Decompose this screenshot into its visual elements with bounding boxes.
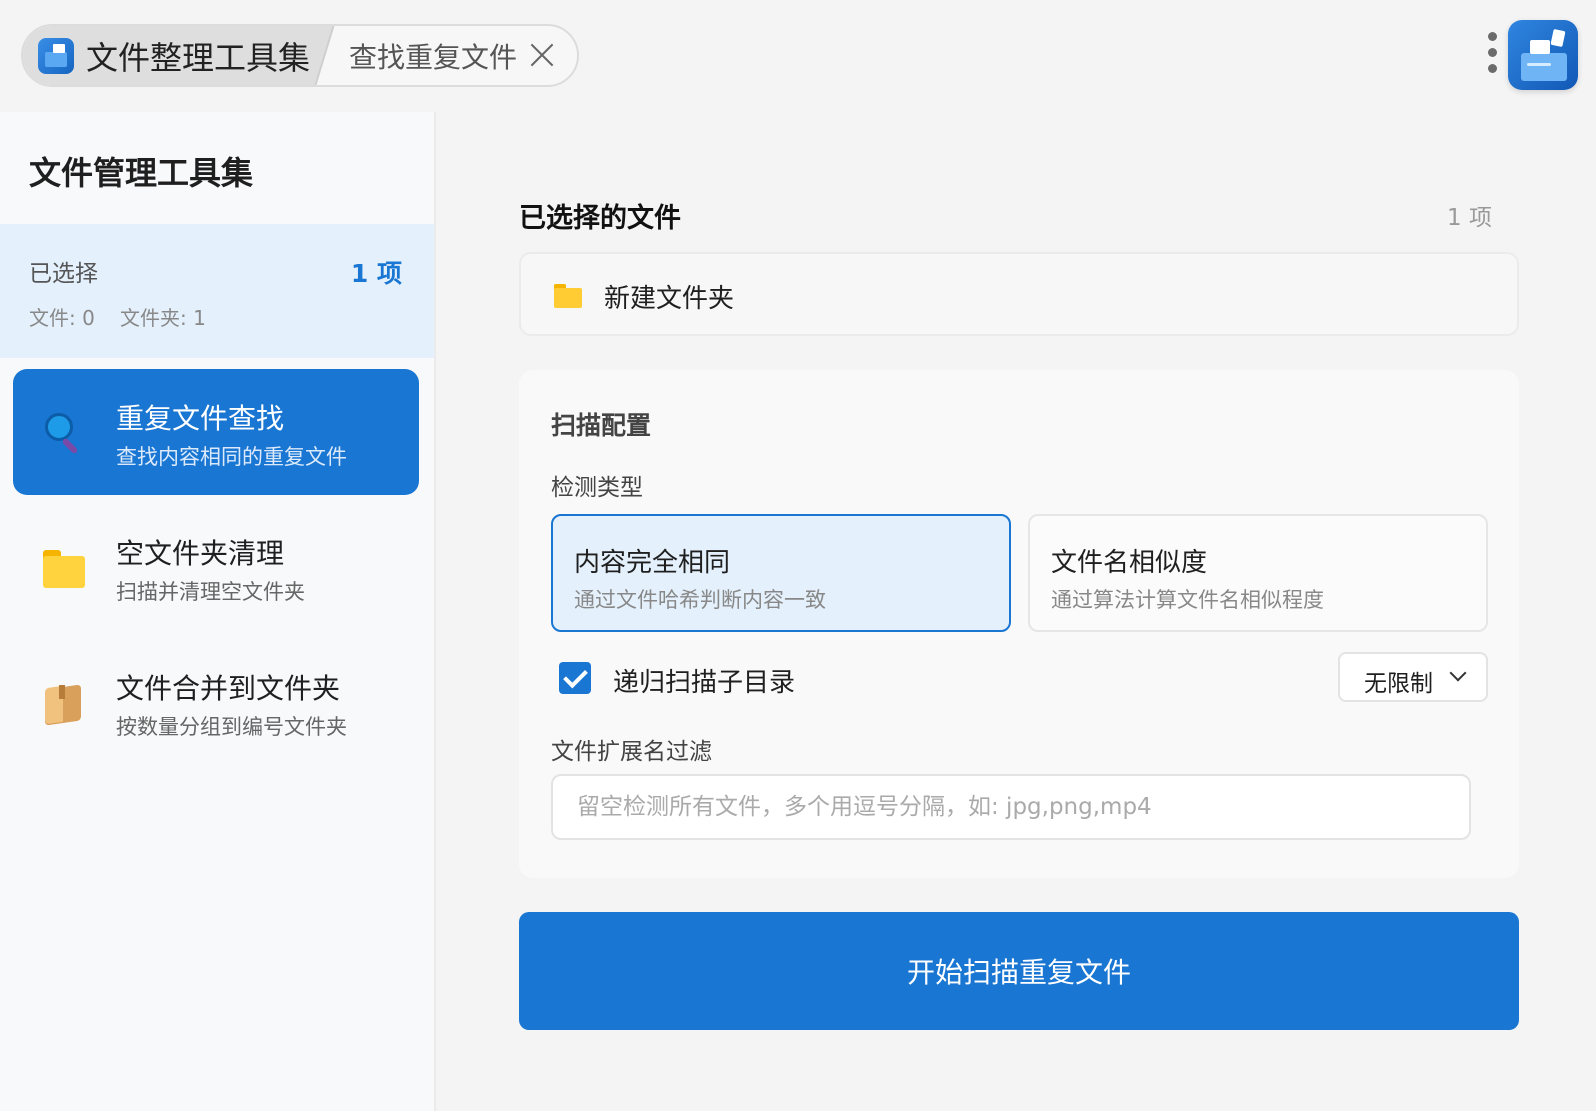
sidebar-item-title: 文件合并到文件夹 (116, 672, 341, 705)
sidebar: 文件管理工具集 已选择 1 项 文件: 0 文件夹: 1 重复文件查找 查找内容… (0, 112, 436, 1111)
recursive-scan-checkbox[interactable] (559, 662, 591, 694)
detect-type-label: 检测类型 (551, 475, 643, 501)
sidebar-item-subtitle: 查找内容相同的重复文件 (116, 445, 347, 469)
package-icon (43, 683, 83, 726)
folder-icon (554, 284, 582, 310)
main-content: 已选择的文件 1 项 新建文件夹 扫描配置 检测类型 内容完全相同 通过文件哈希… (436, 112, 1596, 1111)
selection-label: 已选择 (29, 261, 98, 287)
sidebar-item-subtitle: 按数量分组到编号文件夹 (116, 715, 347, 739)
option-subtitle: 通过文件哈希判断内容一致 (574, 588, 826, 612)
selection-summary: 已选择 1 项 文件: 0 文件夹: 1 (0, 224, 434, 358)
selected-file-item[interactable]: 新建文件夹 (519, 252, 1519, 336)
scan-config-panel: 扫描配置 检测类型 内容完全相同 通过文件哈希判断内容一致 文件名相似度 通过算… (519, 370, 1519, 878)
tab-group: 文件整理工具集 查找重复文件 (21, 24, 579, 87)
sidebar-item-merge-to-folders[interactable]: 文件合并到文件夹 按数量分组到编号文件夹 (13, 639, 419, 765)
option-content-identical[interactable]: 内容完全相同 通过文件哈希判断内容一致 (551, 514, 1011, 632)
option-title: 内容完全相同 (574, 548, 731, 578)
app-icon (38, 37, 74, 74)
depth-value: 无限制 (1364, 671, 1433, 697)
selection-folder-count: 文件夹: 1 (120, 306, 206, 330)
extension-filter-input[interactable] (551, 774, 1471, 840)
option-subtitle: 通过算法计算文件名相似程度 (1051, 588, 1324, 612)
magnifier-icon (43, 413, 83, 455)
close-icon[interactable] (529, 41, 555, 67)
chevron-down-icon (1449, 664, 1467, 682)
sidebar-title: 文件管理工具集 (29, 154, 254, 192)
sidebar-item-empty-folder-cleanup[interactable]: 空文件夹清理 扫描并清理空文件夹 (13, 504, 419, 630)
selection-count: 1 项 (350, 259, 402, 288)
folder-icon (43, 548, 85, 588)
selection-file-count: 文件: 0 (29, 306, 95, 330)
recursive-scan-label: 递归扫描子目录 (613, 668, 796, 698)
tab-app[interactable]: 文件整理工具集 (23, 26, 333, 85)
extension-filter-label: 文件扩展名过滤 (551, 739, 712, 765)
tab-find-duplicates-label: 查找重复文件 (349, 40, 518, 74)
more-menu-icon[interactable] (1485, 32, 1499, 78)
app-logo-icon[interactable] (1508, 20, 1578, 90)
file-name: 新建文件夹 (604, 284, 735, 314)
selected-files-title: 已选择的文件 (519, 203, 681, 234)
sidebar-item-subtitle: 扫描并清理空文件夹 (116, 580, 305, 604)
sidebar-item-title: 重复文件查找 (116, 402, 285, 435)
sidebar-item-title: 空文件夹清理 (116, 537, 285, 570)
selected-files-count: 1 项 (1447, 205, 1492, 231)
option-title: 文件名相似度 (1051, 548, 1208, 578)
tab-app-label: 文件整理工具集 (86, 38, 311, 77)
option-filename-similarity[interactable]: 文件名相似度 通过算法计算文件名相似程度 (1028, 514, 1488, 632)
start-scan-button[interactable]: 开始扫描重复文件 (519, 912, 1519, 1030)
config-title: 扫描配置 (551, 411, 652, 440)
sidebar-item-duplicate-finder[interactable]: 重复文件查找 查找内容相同的重复文件 (13, 369, 419, 495)
depth-select[interactable]: 无限制 (1338, 652, 1488, 702)
title-bar: 文件整理工具集 查找重复文件 (0, 0, 1596, 112)
